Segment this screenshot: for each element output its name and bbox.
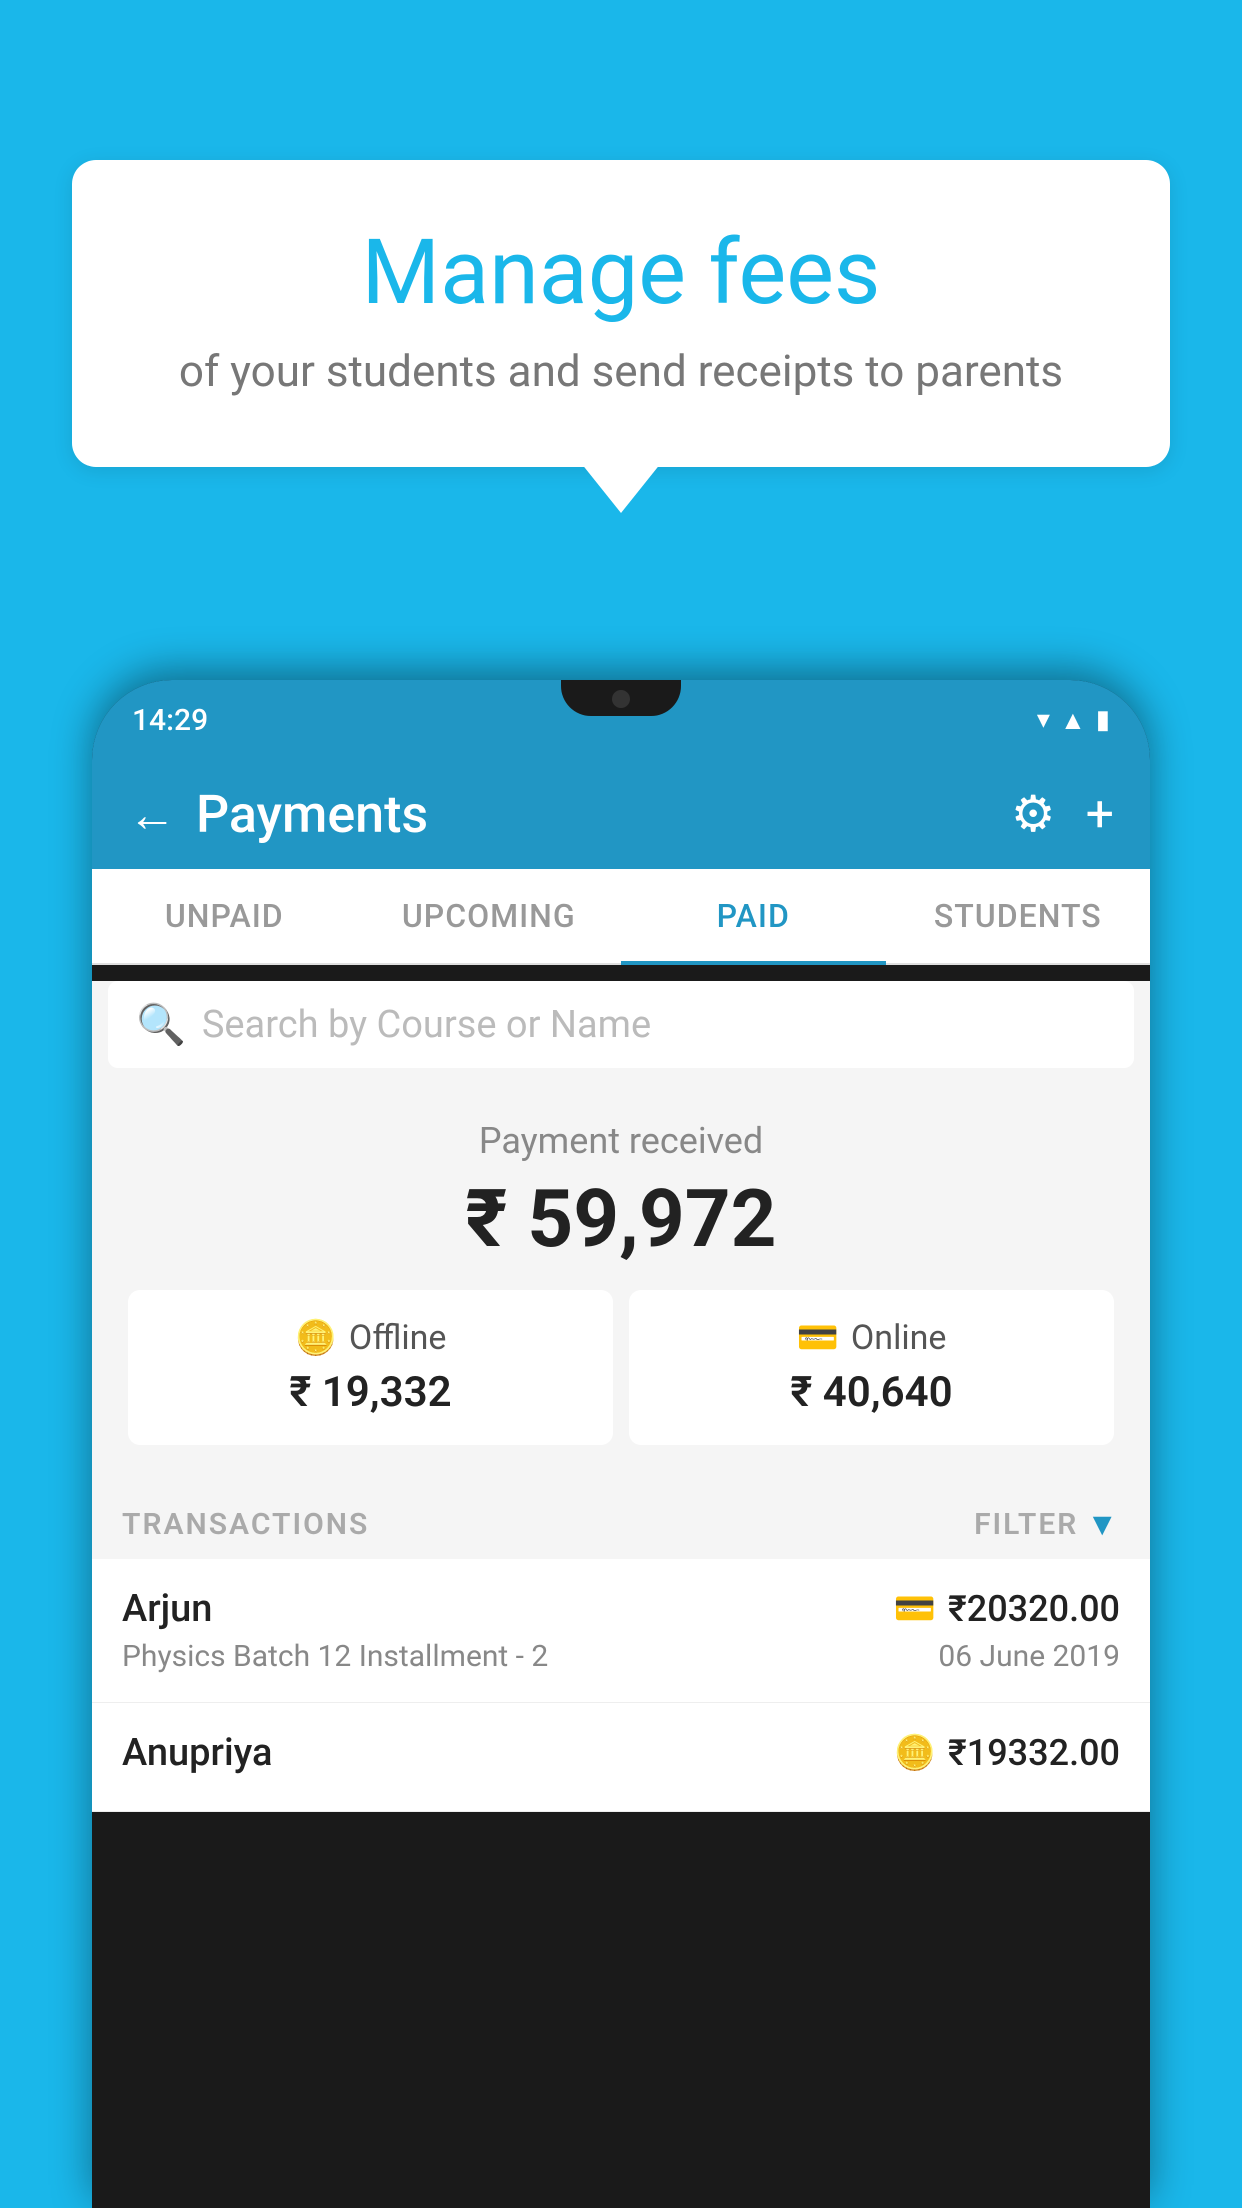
add-icon[interactable]: + — [1086, 786, 1114, 844]
speech-bubble-card: Manage fees of your students and send re… — [72, 160, 1170, 467]
transaction-list: Arjun 💳 ₹20320.00 Physics Batch 12 Insta… — [92, 1559, 1150, 1812]
wifi-icon: ▾ — [1037, 705, 1050, 735]
offline-icon: 🪙 — [295, 1318, 337, 1358]
page-title: Payments — [196, 784, 428, 845]
transaction-amount: ₹20320.00 — [948, 1588, 1120, 1630]
screen-content: 🔍 Search by Course or Name Payment recei… — [92, 981, 1150, 1812]
transactions-header: TRANSACTIONS FILTER ▼ — [92, 1485, 1150, 1559]
tab-paid[interactable]: PAID — [621, 869, 886, 963]
table-row[interactable]: Arjun 💳 ₹20320.00 Physics Batch 12 Insta… — [92, 1559, 1150, 1703]
tab-students[interactable]: STUDENTS — [886, 869, 1151, 963]
settings-icon[interactable]: ⚙ — [1011, 785, 1056, 844]
transaction-course: Physics Batch 12 Installment - 2 — [122, 1639, 548, 1674]
tabs-bar: UNPAID UPCOMING PAID STUDENTS — [92, 869, 1150, 965]
back-button[interactable]: ← — [128, 786, 176, 843]
status-bar: 14:29 ▾ ▲ ▮ — [92, 680, 1150, 760]
online-amount: ₹ 40,640 — [649, 1368, 1094, 1417]
online-card: 💳 Online ₹ 40,640 — [629, 1290, 1114, 1445]
transaction-amount: ₹19332.00 — [948, 1732, 1120, 1774]
card-type-icon: 🪙 — [894, 1733, 936, 1773]
tab-unpaid[interactable]: UNPAID — [92, 869, 357, 963]
offline-card: 🪙 Offline ₹ 19,332 — [128, 1290, 613, 1445]
offline-label: Offline — [349, 1318, 446, 1358]
status-time: 14:29 — [132, 703, 208, 738]
card-type-icon: 💳 — [894, 1589, 936, 1629]
search-bar[interactable]: 🔍 Search by Course or Name — [108, 981, 1134, 1068]
app-header: ← Payments ⚙ + — [92, 760, 1150, 869]
payment-total-amount: ₹ 59,972 — [112, 1172, 1130, 1266]
filter-icon: ▼ — [1086, 1505, 1120, 1543]
transaction-amount-row: 💳 ₹20320.00 — [894, 1588, 1120, 1630]
search-placeholder: Search by Course or Name — [202, 1003, 651, 1047]
offline-amount: ₹ 19,332 — [148, 1368, 593, 1417]
battery-icon: ▮ — [1096, 705, 1110, 735]
signal-icon: ▲ — [1060, 705, 1086, 736]
filter-text: FILTER — [974, 1507, 1078, 1542]
transaction-name: Arjun — [122, 1587, 212, 1631]
search-icon: 🔍 — [136, 1001, 186, 1048]
payment-summary: Payment received ₹ 59,972 🪙 Offline ₹ 19… — [92, 1084, 1150, 1485]
header-right: ⚙ + — [1011, 785, 1114, 844]
header-left: ← Payments — [128, 784, 428, 845]
camera-notch — [612, 690, 630, 708]
transaction-name: Anupriya — [122, 1731, 272, 1775]
tab-upcoming[interactable]: UPCOMING — [357, 869, 622, 963]
transaction-date: 06 June 2019 — [938, 1639, 1120, 1674]
transactions-label: TRANSACTIONS — [122, 1507, 369, 1542]
online-label: Online — [851, 1318, 947, 1358]
transaction-amount-row: 🪙 ₹19332.00 — [894, 1732, 1120, 1774]
filter-button[interactable]: FILTER ▼ — [974, 1505, 1120, 1543]
bubble-heading: Manage fees — [122, 220, 1120, 325]
status-icons: ▾ ▲ ▮ — [1037, 705, 1110, 736]
payment-cards-row: 🪙 Offline ₹ 19,332 💳 Online ₹ 40,640 — [128, 1290, 1114, 1445]
phone-mockup: 14:29 ▾ ▲ ▮ ← Payments ⚙ + UNPAID UPCOMI… — [92, 680, 1150, 2208]
payment-received-label: Payment received — [112, 1120, 1130, 1162]
online-icon: 💳 — [797, 1318, 839, 1358]
table-row[interactable]: Anupriya 🪙 ₹19332.00 — [92, 1703, 1150, 1812]
bubble-subtext: of your students and send receipts to pa… — [122, 345, 1120, 397]
